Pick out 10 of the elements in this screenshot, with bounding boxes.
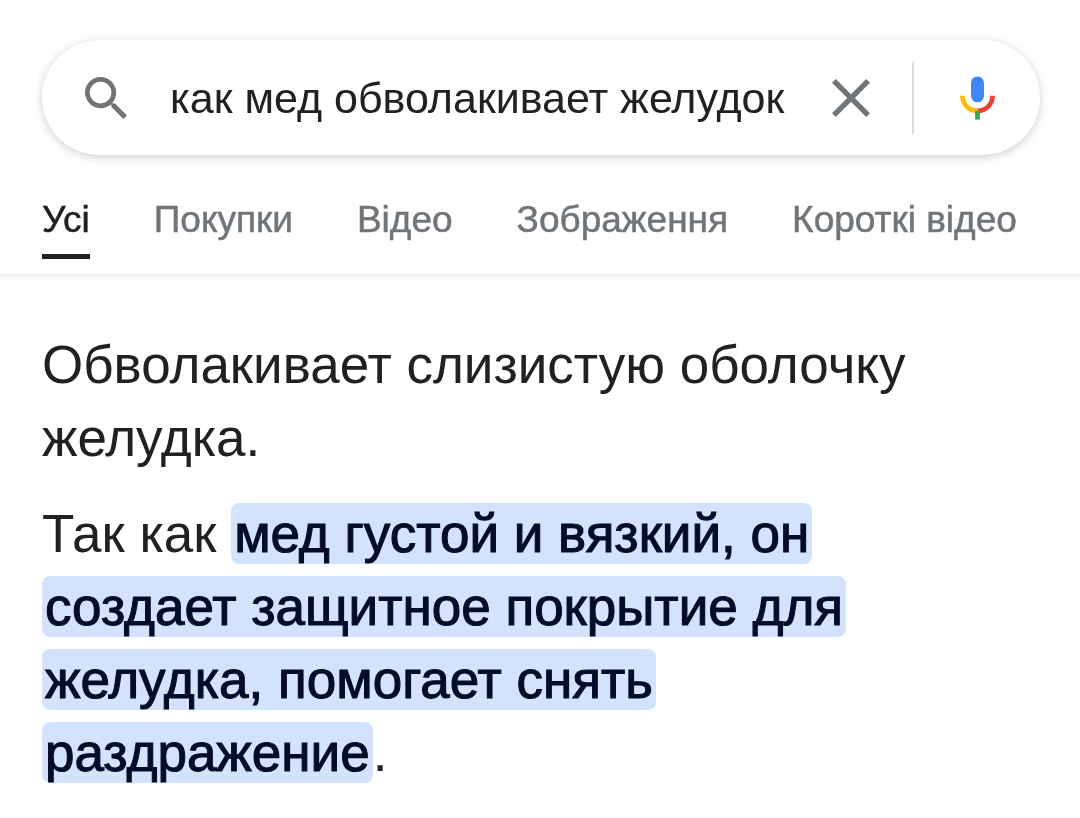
tab[interactable]: Покупки (153, 190, 293, 259)
tab[interactable]: Зображення (516, 190, 729, 259)
tab[interactable]: Усі (42, 190, 90, 259)
tab[interactable]: Короткі відео (792, 190, 1017, 259)
search-input[interactable]: как мед обволакивает желудок (170, 71, 785, 124)
microphone-icon[interactable] (960, 75, 995, 120)
search-icon (85, 76, 127, 119)
answer-paragraph: Обволакивает слизистую оболочку желудка. (42, 334, 907, 469)
tab[interactable]: Відео (356, 190, 453, 259)
close-icon[interactable] (832, 78, 870, 117)
